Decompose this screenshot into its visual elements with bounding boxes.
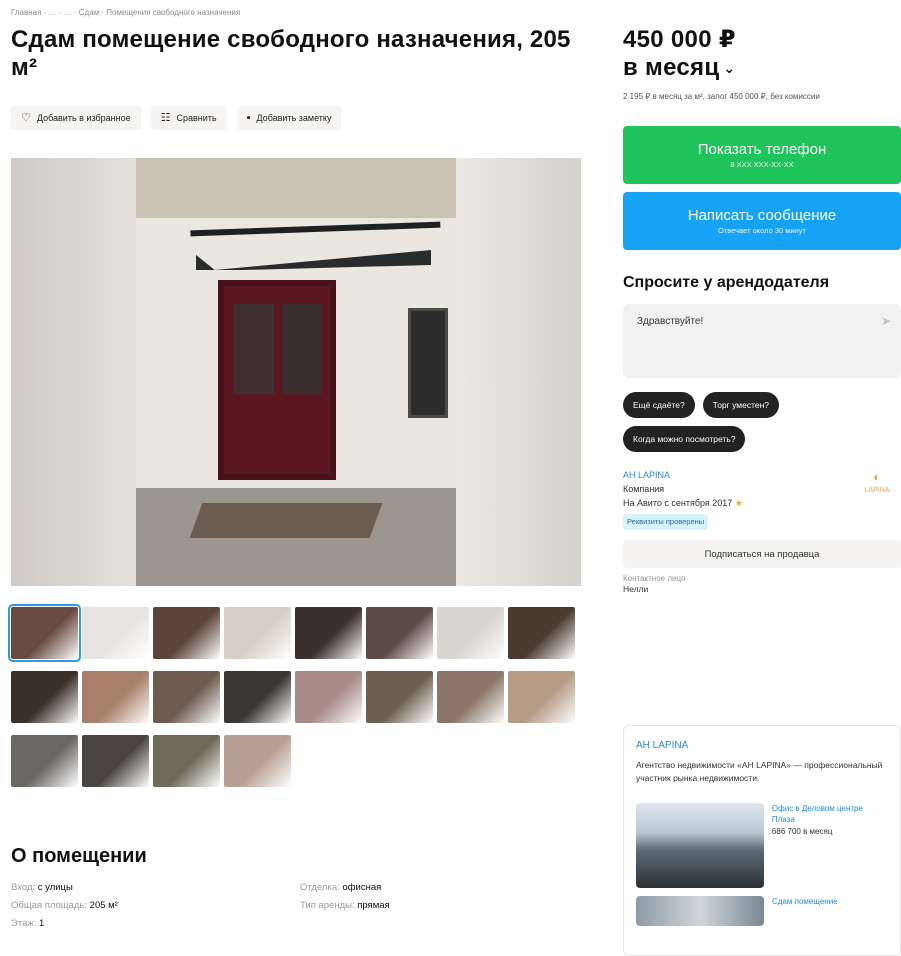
sidebar: 450 000 ₽ в месяц ⌄ 2 195 ₽ в месяц за м… bbox=[623, 0, 901, 956]
breadcrumb[interactable]: Главная · … · … · Сдам · Помещения свобо… bbox=[11, 8, 586, 20]
response-time: Отвечает около 30 минут bbox=[718, 226, 806, 235]
heart-icon: ♡ bbox=[21, 111, 31, 124]
message-text: Здравствуйте! bbox=[637, 316, 704, 327]
photo-thumbnail[interactable] bbox=[224, 735, 291, 787]
param-value: 205 м² bbox=[89, 900, 118, 911]
lapina-logo-icon: ◐ bbox=[873, 470, 881, 484]
photo-thumbnail[interactable] bbox=[82, 671, 149, 723]
photo-thumbnail[interactable] bbox=[295, 671, 362, 723]
photo-thumbnail[interactable] bbox=[437, 607, 504, 659]
param-value: с улицы bbox=[37, 882, 73, 893]
photo-thumbnail[interactable] bbox=[508, 607, 575, 659]
photo-thumbnail[interactable] bbox=[82, 735, 149, 787]
write-message-button[interactable]: Написать сообщение Отвечает около 30 мин… bbox=[623, 192, 901, 250]
param-item: Вход: с улицы bbox=[11, 882, 300, 893]
compare-icon: ☷ bbox=[160, 111, 171, 124]
listing-price: 686 700 в месяц bbox=[771, 827, 833, 836]
photo-thumbnail[interactable] bbox=[153, 607, 220, 659]
ask-title: Спросите у арендодателя bbox=[623, 274, 830, 291]
param-key: Тип аренды: bbox=[300, 900, 358, 911]
listing-title[interactable]: Сдам помещение bbox=[772, 896, 838, 907]
about-section: О помещении Вход: с улицы Отделка: офисна… bbox=[11, 845, 581, 929]
listing-image[interactable] bbox=[636, 896, 764, 926]
photo-thumbnails bbox=[8, 604, 581, 799]
param-value: прямая bbox=[357, 900, 390, 911]
photo-blur-left bbox=[11, 158, 136, 586]
listing-title[interactable]: Офис в Деловом центре Плаза bbox=[772, 803, 888, 825]
photo-thumbnail[interactable] bbox=[366, 607, 433, 659]
compare-button[interactable]: ☷ Сравнить bbox=[150, 106, 227, 130]
params-list: Вход: с улицы Отделка: офисная Общая площа… bbox=[11, 882, 581, 929]
agency-card-title[interactable]: АН LAPINA bbox=[636, 740, 888, 751]
logo-text: LAPINA bbox=[864, 487, 890, 494]
param-item: Общая площадь: 205 м² bbox=[11, 900, 300, 911]
quick-questions: Ещё сдаёте? Торг уместен? Когда можно по… bbox=[623, 392, 873, 452]
chevron-down-icon: ⌄ bbox=[723, 60, 736, 76]
chip-still-renting[interactable]: Ещё сдаёте? bbox=[623, 392, 695, 418]
param-item: Отделка: офисная bbox=[300, 882, 560, 893]
main-photo[interactable] bbox=[11, 158, 581, 586]
medal-icon: ★ bbox=[734, 498, 743, 508]
param-value: офисная bbox=[342, 882, 382, 893]
param-item: Тип аренды: прямая bbox=[300, 900, 560, 911]
price-amount: 450 000 ₽ bbox=[623, 26, 736, 53]
message-input[interactable]: Здравствуйте! ➤ bbox=[623, 304, 901, 378]
seller-since: На Авито с сентября 2017 ★ bbox=[623, 498, 743, 508]
favorites-label: Добавить в избранное bbox=[36, 113, 131, 123]
note-icon: ▪ bbox=[246, 111, 251, 124]
price-period: в месяц bbox=[623, 54, 720, 81]
contact-name: Нелли bbox=[623, 584, 649, 594]
page-title: Сдам помещение свободного назначения, 20… bbox=[11, 26, 571, 81]
param-key: Этаж: bbox=[11, 918, 39, 929]
show-phone-label: Показать телефон bbox=[697, 141, 827, 158]
subscribe-seller-button[interactable]: Подписаться на продавца bbox=[623, 540, 901, 568]
photo-thumbnail[interactable] bbox=[153, 671, 220, 723]
param-key: Общая площадь: bbox=[11, 900, 90, 911]
about-title: О помещении bbox=[11, 845, 147, 867]
photo-door bbox=[218, 280, 336, 480]
agency-card: АН LAPINA Агентство недвижимости «АН LAP… bbox=[623, 725, 901, 956]
show-phone-button[interactable]: Показать телефон 8 XXX XXX-XX-XX bbox=[623, 126, 901, 184]
photo-thumbnail[interactable] bbox=[366, 671, 433, 723]
agency-listing[interactable]: Сдам помещение bbox=[636, 896, 888, 926]
photo-thumbnail[interactable] bbox=[508, 671, 575, 723]
contact-label: Контактное лицо bbox=[623, 574, 686, 583]
param-key: Вход: bbox=[11, 882, 38, 893]
note-label: Добавить заметку bbox=[256, 113, 332, 123]
photo-thumbnail[interactable] bbox=[295, 607, 362, 659]
photo-thumbnail[interactable] bbox=[224, 607, 291, 659]
listing-main: Главная · … · … · Сдам · Помещения свобо… bbox=[8, 0, 586, 929]
photo-thumbnail[interactable] bbox=[8, 604, 81, 662]
chip-when-view[interactable]: Когда можно посмотреть? bbox=[623, 426, 746, 452]
add-to-favorites-button[interactable]: ♡ Добавить в избранное bbox=[11, 106, 141, 130]
seller-info: АН LAPINA Компания На Авито с сентября 2… bbox=[623, 468, 901, 530]
phone-masked: 8 XXX XXX-XX-XX bbox=[730, 160, 794, 169]
agency-card-description: Агентство недвижимости «АН LAPINA» — про… bbox=[636, 760, 883, 783]
listing-image[interactable] bbox=[636, 803, 764, 888]
photo-thumbnail[interactable] bbox=[11, 735, 78, 787]
param-item: Этаж: 1 bbox=[11, 918, 300, 929]
photo-thumbnail[interactable] bbox=[82, 607, 149, 659]
chip-bargain[interactable]: Торг уместен? bbox=[702, 392, 780, 418]
param-value: 1 bbox=[39, 918, 45, 929]
photo-blur-right bbox=[456, 158, 581, 586]
send-icon[interactable]: ➤ bbox=[881, 314, 891, 328]
photo-building-entrance bbox=[136, 158, 458, 586]
compare-label: Сравнить bbox=[176, 113, 217, 123]
photo-thumbnail[interactable] bbox=[153, 735, 220, 787]
verified-badge: Реквизиты проверены bbox=[623, 514, 709, 530]
add-note-button[interactable]: ▪ Добавить заметку bbox=[236, 106, 342, 130]
photo-thumbnail[interactable] bbox=[437, 671, 504, 723]
param-key: Отделка: bbox=[300, 882, 343, 893]
listing-actions: ♡ Добавить в избранное ☷ Сравнить ▪ Доба… bbox=[11, 106, 586, 130]
price-period-selector[interactable]: в месяц ⌄ bbox=[623, 54, 901, 82]
seller-logo[interactable]: ◐ LAPINA bbox=[859, 470, 895, 498]
agency-listing[interactable]: Офис в Деловом центре Плаза 686 700 в ме… bbox=[636, 803, 888, 888]
write-message-label: Написать сообщение bbox=[687, 207, 837, 224]
photo-thumbnail[interactable] bbox=[11, 671, 78, 723]
photo-thumbnail[interactable] bbox=[224, 671, 291, 723]
price-note: 2 195 ₽ в месяц за м², залог 450 000 ₽, … bbox=[623, 92, 820, 101]
price: 450 000 ₽ в месяц ⌄ bbox=[623, 26, 901, 82]
